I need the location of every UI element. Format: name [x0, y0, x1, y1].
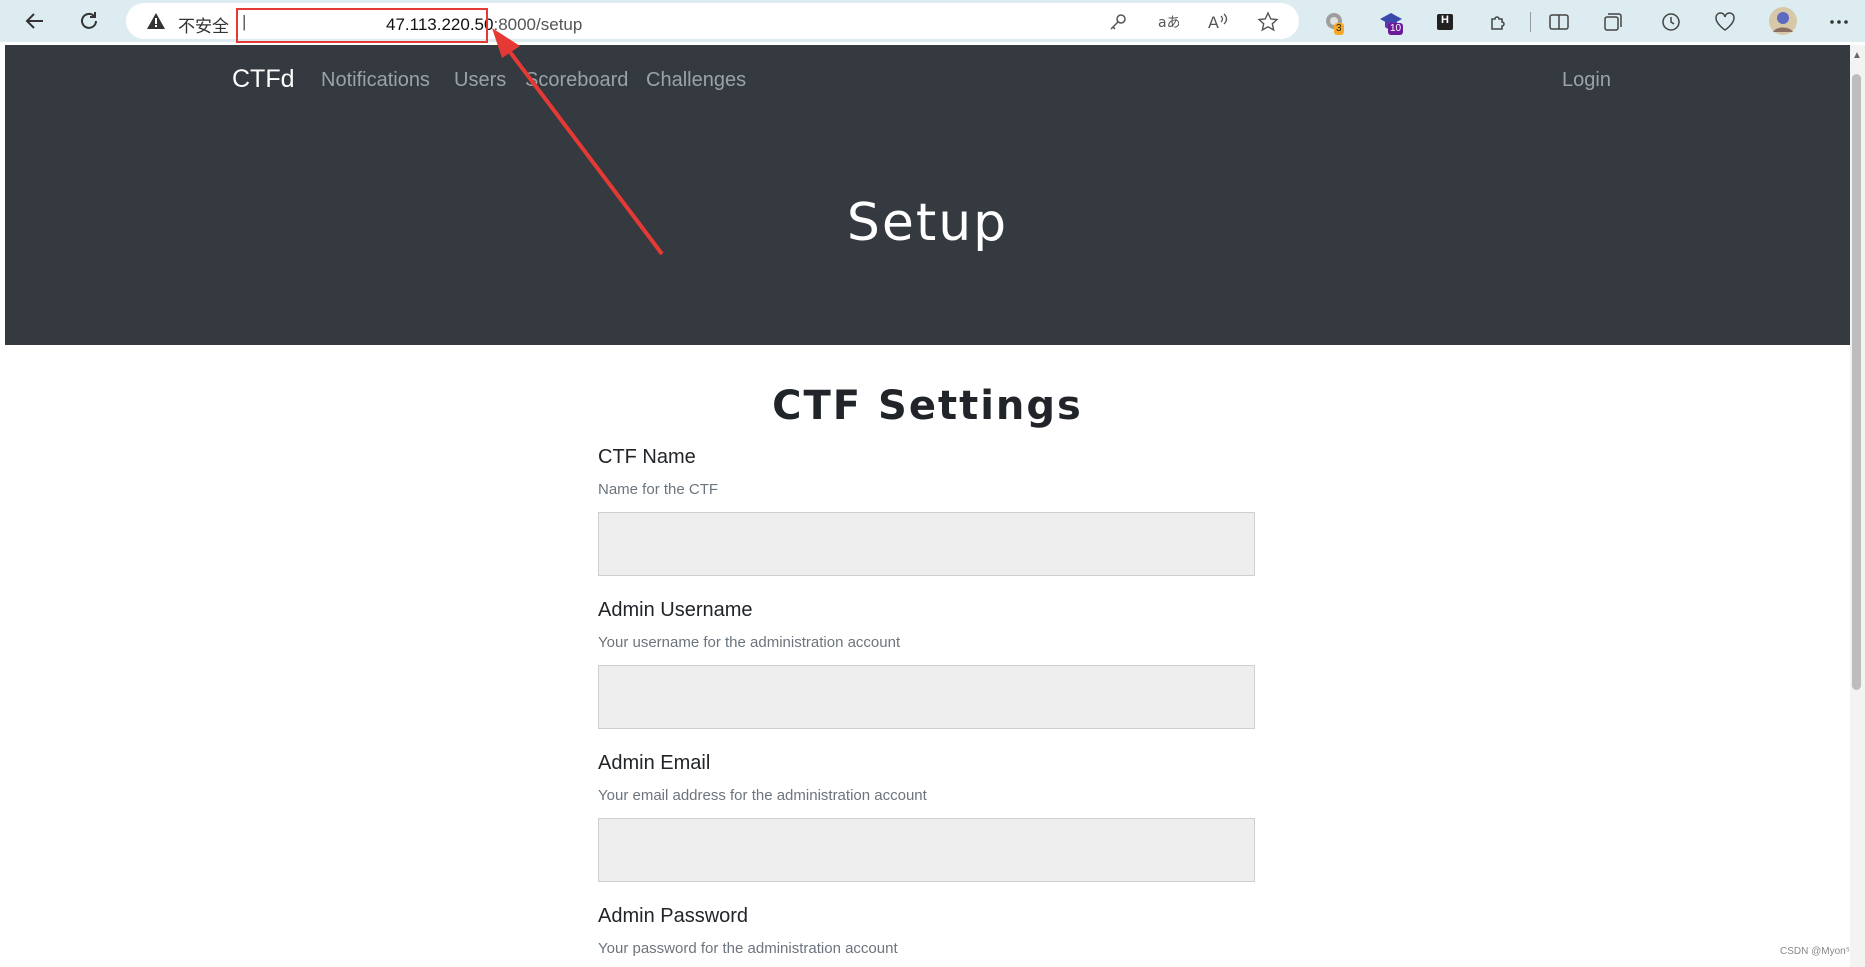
nav-challenges[interactable]: Challenges [646, 69, 746, 92]
brand-link[interactable]: CTFd [232, 65, 295, 94]
more-menu-icon[interactable] [1826, 9, 1852, 35]
translate-icon[interactable]: aあ [1156, 10, 1180, 34]
arrow-left-icon [25, 13, 43, 29]
collections-icon[interactable] [1600, 9, 1626, 35]
warning-icon [146, 11, 166, 36]
extension-3-icon[interactable]: H [1432, 9, 1458, 35]
url-path: :8000/setup [493, 15, 583, 34]
browser-toolbar: 不安全 | 47.113.220.50:8000/setup aあ A 3 10… [0, 0, 1865, 43]
extension-3-letter: H [1441, 14, 1449, 26]
admin-password-label: Admin Password [598, 905, 749, 927]
read-aloud-icon[interactable]: A [1206, 10, 1230, 34]
page-viewport: CTFd Notifications Users Scoreboard Chal… [5, 45, 1850, 967]
scroll-up-arrow-icon[interactable]: ▲ [1852, 50, 1862, 61]
extension-2-icon[interactable]: 10 [1378, 9, 1404, 35]
nav-notifications[interactable]: Notifications [321, 69, 430, 92]
url-highlight-box [236, 8, 488, 43]
page-title: Setup [846, 193, 1009, 253]
nav-users[interactable]: Users [454, 69, 506, 92]
insecure-label[interactable]: 不安全 [178, 12, 229, 37]
admin-email-input[interactable] [598, 818, 1255, 882]
scrollbar-thumb[interactable] [1852, 74, 1861, 690]
extension-1-badge: 3 [1334, 23, 1344, 35]
section-title: CTF Settings [772, 383, 1083, 429]
toolbar-divider [1530, 12, 1531, 32]
nav-login[interactable]: Login [1562, 69, 1611, 92]
extension-1-icon[interactable]: 3 [1322, 9, 1348, 35]
svg-text:aあ: aあ [1158, 15, 1179, 31]
history-icon[interactable] [1658, 9, 1684, 35]
extension-2-badge: 10 [1388, 23, 1404, 35]
back-button[interactable] [20, 6, 50, 36]
header-jumbotron: CTFd Notifications Users Scoreboard Chal… [5, 45, 1850, 345]
admin-username-help: Your username for the administration acc… [598, 634, 901, 651]
ctf-name-input[interactable] [598, 512, 1255, 576]
favorite-star-icon[interactable] [1256, 10, 1280, 34]
address-bar[interactable]: 不安全 | 47.113.220.50:8000/setup aあ A [126, 3, 1299, 43]
profile-avatar[interactable] [1768, 6, 1798, 36]
svg-text:A: A [1208, 13, 1219, 32]
admin-password-help: Your password for the administration acc… [598, 940, 898, 957]
key-icon[interactable] [1106, 10, 1130, 34]
reload-button[interactable] [74, 6, 104, 36]
browser-essentials-icon[interactable] [1712, 9, 1738, 35]
extensions-puzzle-icon[interactable] [1486, 9, 1512, 35]
nav-scoreboard[interactable]: Scoreboard [525, 69, 628, 92]
admin-email-label: Admin Email [598, 752, 711, 774]
admin-username-input[interactable] [598, 665, 1255, 729]
ctf-name-help: Name for the CTF [598, 481, 719, 498]
reload-icon [81, 12, 97, 29]
watermark: CSDN @Myon⁵ [1780, 946, 1850, 957]
admin-email-help: Your email address for the administratio… [598, 787, 927, 804]
admin-username-label: Admin Username [598, 599, 753, 621]
ctf-name-label: CTF Name [598, 446, 696, 468]
split-screen-icon[interactable] [1546, 9, 1572, 35]
